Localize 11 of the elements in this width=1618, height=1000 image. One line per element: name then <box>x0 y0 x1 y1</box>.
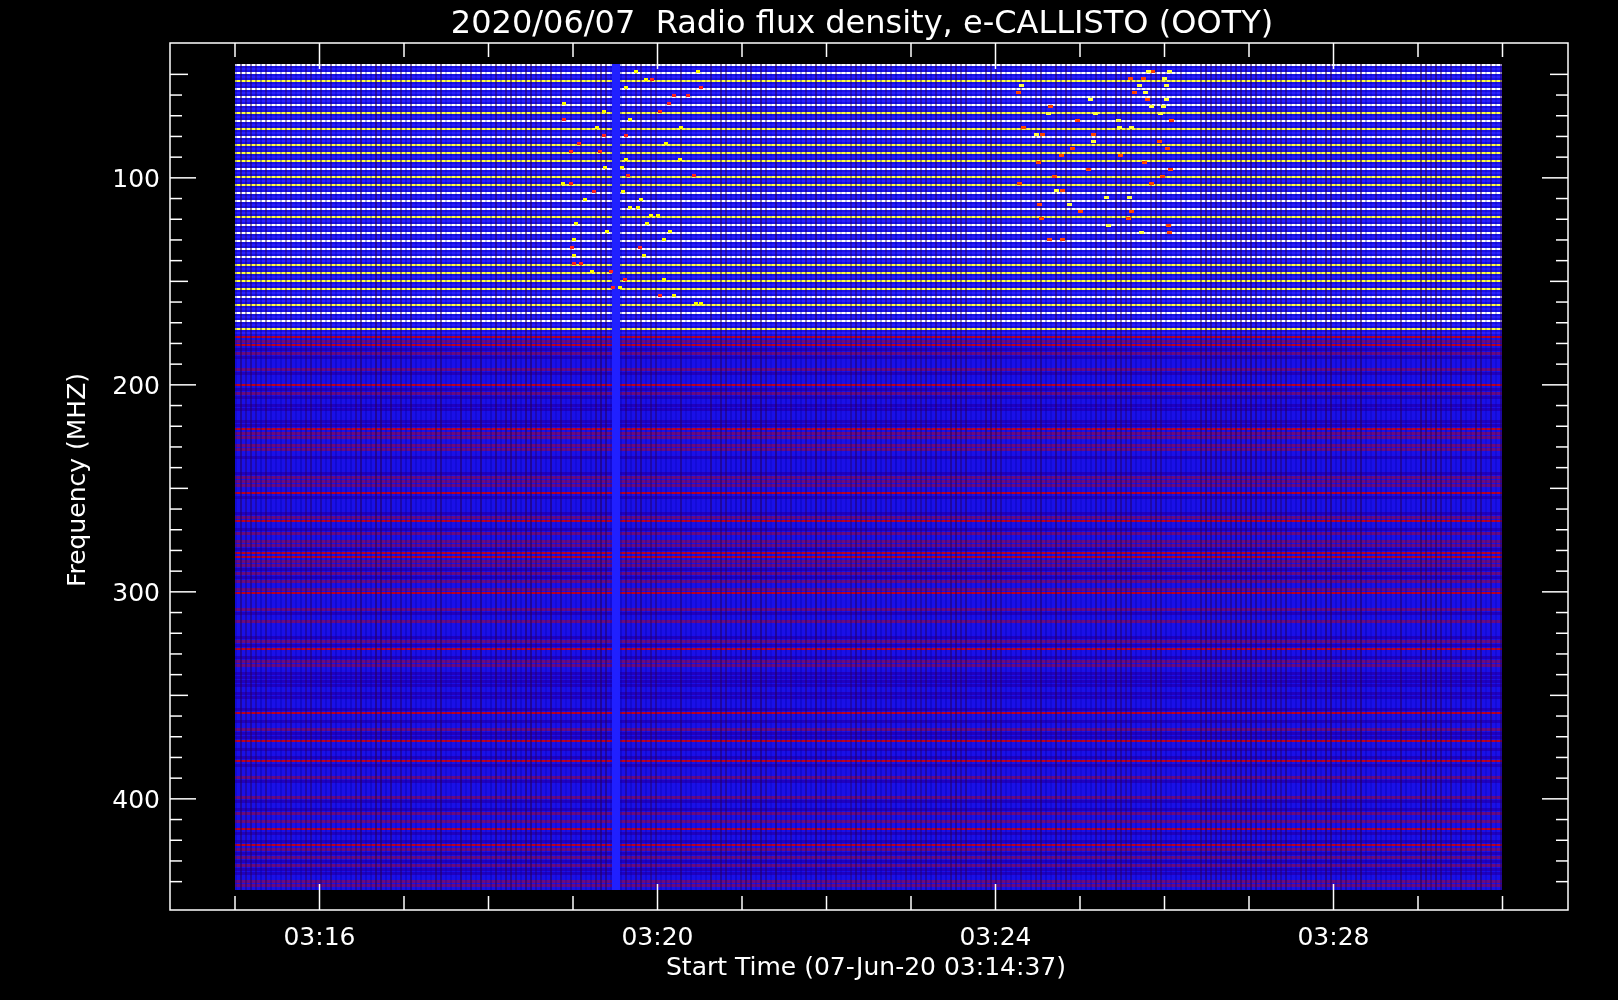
tick-label: 100 <box>112 163 160 193</box>
tick-label: 03:20 <box>621 922 694 951</box>
tick-label: 400 <box>112 784 160 814</box>
tick-label: 300 <box>112 577 160 607</box>
tick-label: 03:16 <box>283 922 356 951</box>
tick-label: 03:24 <box>959 922 1032 951</box>
chart-title: 2020/06/07 Radio flux density, e-CALLISTO (OOTY) <box>450 3 1274 41</box>
tick-label: 200 <box>112 370 160 400</box>
tick-label: 03:28 <box>1297 922 1370 951</box>
axis-label: Start Time (07-Jun-20 03:14:37) <box>666 952 1066 981</box>
axis-label: Frequency (MHZ) <box>62 372 91 588</box>
